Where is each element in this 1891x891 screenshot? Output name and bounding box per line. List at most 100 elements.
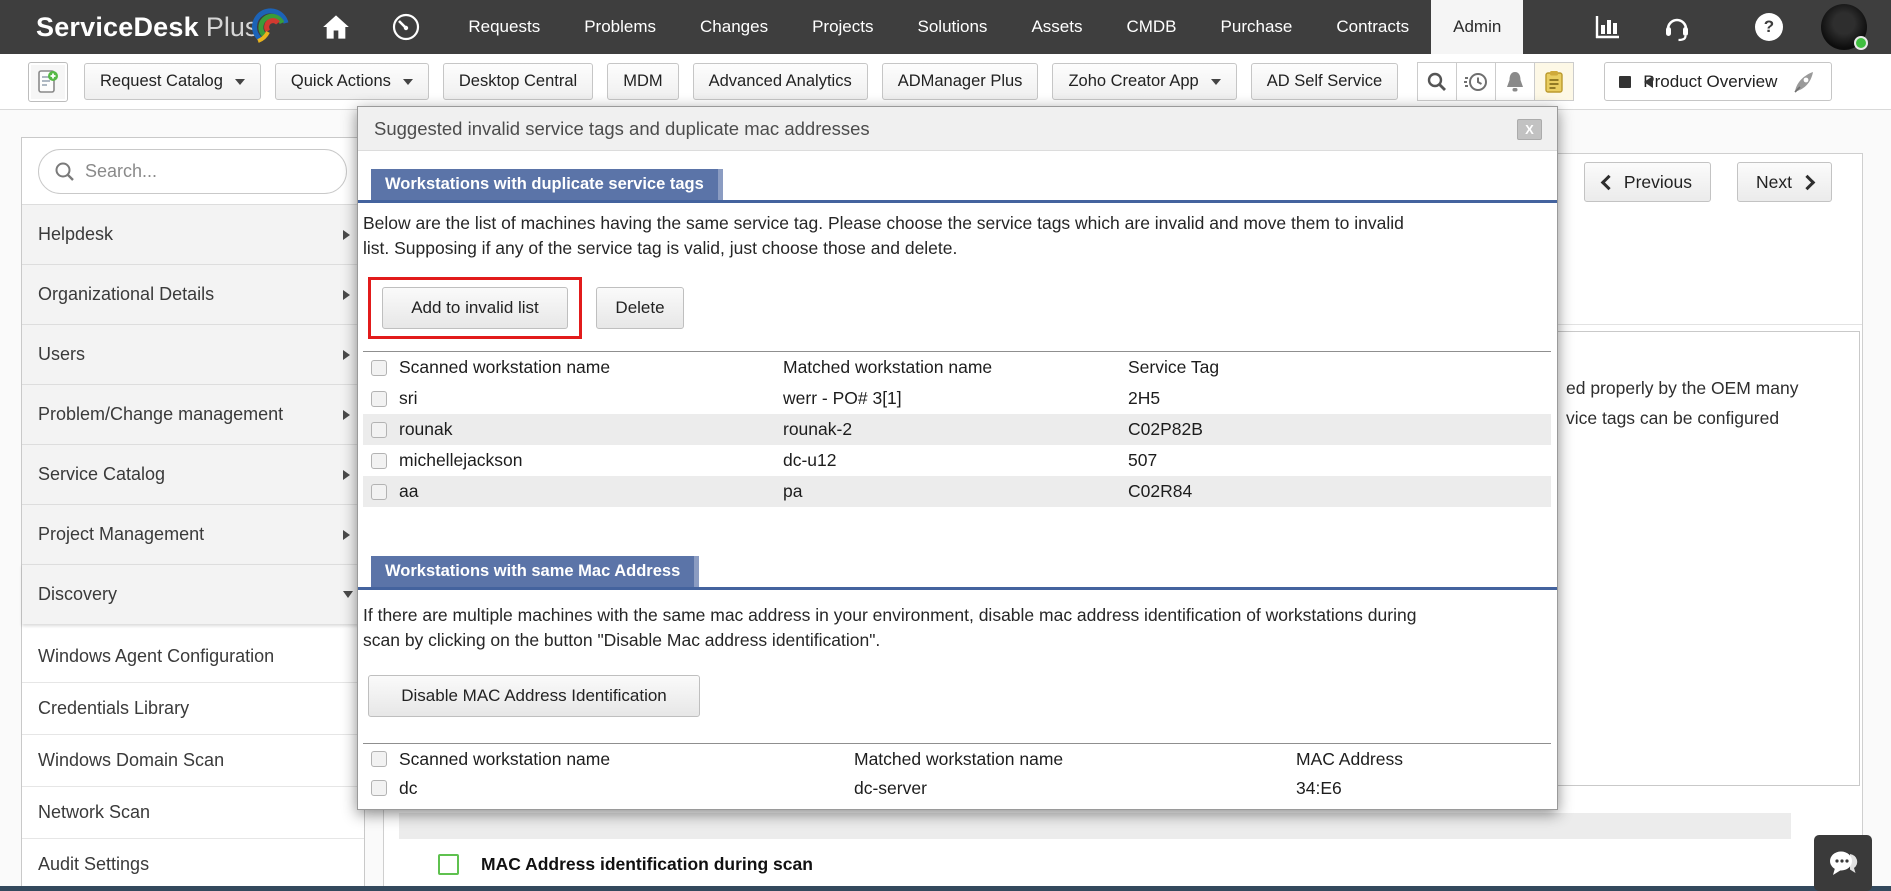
row-checkbox[interactable] [371,422,387,438]
nav-item-solutions[interactable]: Solutions [896,0,1010,54]
close-icon[interactable]: X [1517,119,1542,140]
request-catalog-button[interactable]: Request Catalog [84,63,261,100]
column-header-service-tag: Service Tag [1128,357,1551,378]
reports-bar-chart-icon[interactable] [1579,13,1635,41]
select-all-checkbox[interactable] [371,751,387,767]
clipped-info-text: ed properly by the OEM many [1566,378,1798,399]
description-line: If there are multiple machines with the … [363,603,1551,628]
mdm-button[interactable]: MDM [607,63,678,100]
nav-menu: Requests Problems Changes Projects Solut… [446,0,1523,54]
dashboard-gauge-icon[interactable] [378,0,434,54]
row-checkbox[interactable] [371,391,387,407]
table-row: rounak rounak-2 C02P82B [363,414,1551,445]
sidebar-item-users[interactable]: Users [22,324,364,384]
column-header-mac-address: MAC Address [1296,749,1551,770]
sidebar-item-label: Service Catalog [38,464,165,485]
brand-logo[interactable]: ServiceDesk Plus [0,0,290,54]
sidebar-item-service-catalog[interactable]: Service Catalog [22,444,364,504]
nav-item-contracts[interactable]: Contracts [1314,0,1431,54]
sidebar-item-label: Windows Agent Configuration [38,646,274,667]
nav-item-purchase[interactable]: Purchase [1199,0,1315,54]
quick-actions-button[interactable]: Quick Actions [275,63,429,100]
nav-item-requests[interactable]: Requests [446,0,562,54]
history-clock-icon[interactable] [1456,62,1496,101]
brand-suffix: Plus [206,12,259,43]
delete-button[interactable]: Delete [596,287,684,329]
chevron-right-icon [343,290,350,300]
add-to-invalid-list-label: Add to invalid list [411,298,539,318]
admanager-plus-button[interactable]: ADManager Plus [882,63,1039,100]
cell-scanned-name: aa [399,481,783,502]
nav-item-changes[interactable]: Changes [678,0,790,54]
live-chat-button[interactable] [1814,835,1872,891]
advanced-analytics-button[interactable]: Advanced Analytics [693,63,868,100]
cell-matched-name: dc-server [854,778,1296,799]
tasks-clipboard-icon[interactable] [1534,62,1574,101]
nav-item-projects[interactable]: Projects [790,0,895,54]
column-header-matched: Matched workstation name [854,749,1296,770]
nav-right-icons: ? [1579,0,1891,54]
sidebar-item-audit-settings[interactable]: Audit Settings [22,838,364,890]
sidebar-item-problem-change-management[interactable]: Problem/Change management [22,384,364,444]
ad-self-service-button[interactable]: AD Self Service [1251,63,1399,100]
nav-item-cmdb[interactable]: CMDB [1104,0,1198,54]
row-checkbox[interactable] [371,453,387,469]
sidebar-item-label: Helpdesk [38,224,113,245]
add-to-invalid-list-button[interactable]: Add to invalid list [382,287,568,329]
pagination: Previous Next [1584,162,1832,202]
table-header-row: Scanned workstation name Matched worksta… [363,744,1551,774]
home-icon[interactable] [308,0,364,54]
next-button[interactable]: Next [1737,162,1832,202]
nav-item-problems[interactable]: Problems [562,0,678,54]
section-strip [399,813,1791,839]
tab-label: Workstations with same Mac Address [385,562,680,581]
chevron-down-icon [1211,79,1221,85]
tab-same-mac-address[interactable]: Workstations with same Mac Address [371,556,699,587]
cell-service-tag: 2H5 [1128,388,1551,409]
tab-underline [358,587,1557,590]
sidebar-item-organizational-details[interactable]: Organizational Details [22,264,364,324]
table-row: sri werr - PO# 3[1] 2H5 [363,383,1551,414]
new-request-script-icon[interactable] [28,62,68,102]
chevron-right-icon [343,410,350,420]
online-status-dot [1854,36,1868,50]
cell-scanned-name: sri [399,388,783,409]
sidebar-item-discovery[interactable]: Discovery [22,564,364,624]
next-label: Next [1756,172,1792,193]
chevron-right-icon [343,530,350,540]
sidebar-item-windows-domain-scan[interactable]: Windows Domain Scan [22,734,364,786]
desktop-central-button[interactable]: Desktop Central [443,63,593,100]
sidebar-search-input[interactable] [38,149,347,194]
zoho-creator-app-button[interactable]: Zoho Creator App [1052,63,1236,100]
cell-scanned-name: rounak [399,419,783,440]
cell-scanned-name: michellejackson [399,450,783,471]
ad-self-service-label: AD Self Service [1267,72,1383,91]
search-icon[interactable] [1417,62,1457,101]
sidebar-item-label: Credentials Library [38,698,189,719]
disable-mac-identification-button[interactable]: Disable MAC Address Identification [368,675,700,717]
row-checkbox[interactable] [371,780,387,796]
select-all-checkbox[interactable] [371,360,387,376]
nav-item-admin[interactable]: Admin [1431,0,1523,54]
mac-identification-label: MAC Address identification during scan [481,854,813,875]
chat-bubble-icon [1826,848,1860,878]
product-overview-button[interactable]: Product Overview [1604,62,1832,101]
support-headset-icon[interactable] [1649,11,1705,43]
row-checkbox[interactable] [371,484,387,500]
sidebar-item-network-scan[interactable]: Network Scan [22,786,364,838]
help-icon[interactable]: ? [1755,13,1783,41]
sidebar-item-credentials-library[interactable]: Credentials Library [22,682,364,734]
sidebar-item-windows-agent-configuration[interactable]: Windows Agent Configuration [22,630,364,682]
tab-duplicate-service-tags[interactable]: Workstations with duplicate service tags [371,169,723,200]
chevron-down-icon [343,591,353,598]
cell-matched-name: dc-u12 [783,450,1128,471]
sidebar-item-label: Windows Domain Scan [38,750,224,771]
previous-button[interactable]: Previous [1584,162,1711,202]
sidebar-item-helpdesk[interactable]: Helpdesk [22,204,364,264]
mac-identification-checkbox[interactable] [438,854,459,875]
nav-item-assets[interactable]: Assets [1009,0,1104,54]
sidebar-item-project-management[interactable]: Project Management [22,504,364,564]
admin-sidebar: Helpdesk Organizational Details Users Pr… [21,137,365,891]
notifications-bell-icon[interactable] [1495,62,1535,101]
user-avatar[interactable] [1821,4,1867,50]
